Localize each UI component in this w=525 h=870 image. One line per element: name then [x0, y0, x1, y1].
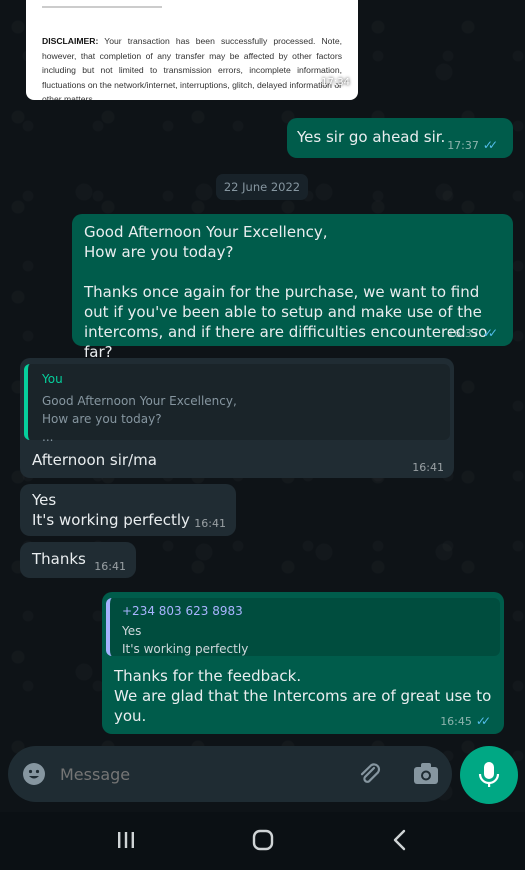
- date-divider: 22 June 2022: [216, 174, 308, 200]
- message-text: Good Afternoon Your Excellency, How are …: [84, 223, 488, 361]
- quoted-message[interactable]: You Good Afternoon Your Excellency, How …: [24, 364, 450, 444]
- message-input-bar: [8, 746, 452, 802]
- emoji-icon[interactable]: [22, 762, 46, 786]
- quote-author: +234 803 623 8983: [122, 604, 243, 618]
- disclaimer-label: DISCLAIMER:: [42, 36, 99, 46]
- incoming-message[interactable]: You Good Afternoon Your Excellency, How …: [20, 358, 454, 478]
- message-text: Thanks: [32, 550, 86, 568]
- disclaimer-image-message[interactable]: DISCLAIMER: Your transaction has been su…: [26, 0, 358, 100]
- quote-text: Yes It's working perfectly: [122, 624, 249, 656]
- message-time: 16:41: [412, 461, 444, 474]
- read-ticks-icon: ✓✓: [482, 326, 498, 340]
- read-ticks-icon: ✓✓: [475, 714, 491, 728]
- quote-author: You: [42, 372, 63, 386]
- message-input[interactable]: [60, 760, 340, 788]
- quote-text: Good Afternoon Your Excellency, How are …: [42, 394, 237, 444]
- incoming-message[interactable]: Yes It's working perfectly 16:41: [20, 484, 236, 536]
- image-top-edge: [42, 6, 162, 8]
- attach-icon[interactable]: [356, 760, 384, 788]
- message-text: Afternoon sir/ma: [32, 451, 157, 469]
- home-icon[interactable]: [252, 829, 274, 851]
- mic-icon: [478, 762, 500, 787]
- read-ticks-icon: ✓✓: [482, 138, 498, 152]
- message-meta: 16:37 ✓✓: [447, 326, 498, 340]
- message-meta: 17:37 ✓✓: [447, 138, 498, 152]
- voice-record-button[interactable]: [460, 746, 518, 804]
- message-text: Yes sir go ahead sir.: [297, 128, 446, 146]
- camera-icon[interactable]: [412, 761, 440, 787]
- message-time: 16:37: [447, 326, 479, 340]
- message-time: 16:45: [440, 714, 472, 728]
- outgoing-message[interactable]: Good Afternoon Your Excellency, How are …: [72, 214, 513, 361]
- incoming-message[interactable]: Thanks 16:41: [20, 542, 136, 578]
- outgoing-message[interactable]: Yes sir go ahead sir. 17:37 ✓✓: [287, 118, 513, 158]
- message-text: Yes It's working perfectly: [32, 491, 190, 529]
- quoted-message[interactable]: +234 803 623 8983 Yes It's working perfe…: [106, 598, 500, 656]
- disclaimer-text: DISCLAIMER: Your transaction has been su…: [42, 34, 342, 100]
- message-time: 16:41: [94, 560, 126, 573]
- recent-apps-icon[interactable]: [116, 830, 136, 850]
- back-icon[interactable]: [390, 829, 410, 851]
- message-time: 17:34: [321, 77, 350, 88]
- message-time: 17:37: [447, 138, 479, 152]
- message-meta: 16:45 ✓✓: [440, 714, 491, 728]
- outgoing-message[interactable]: +234 803 623 8983 Yes It's working perfe…: [102, 592, 504, 734]
- message-time: 16:41: [194, 517, 226, 530]
- system-navigation-bar: [0, 812, 525, 870]
